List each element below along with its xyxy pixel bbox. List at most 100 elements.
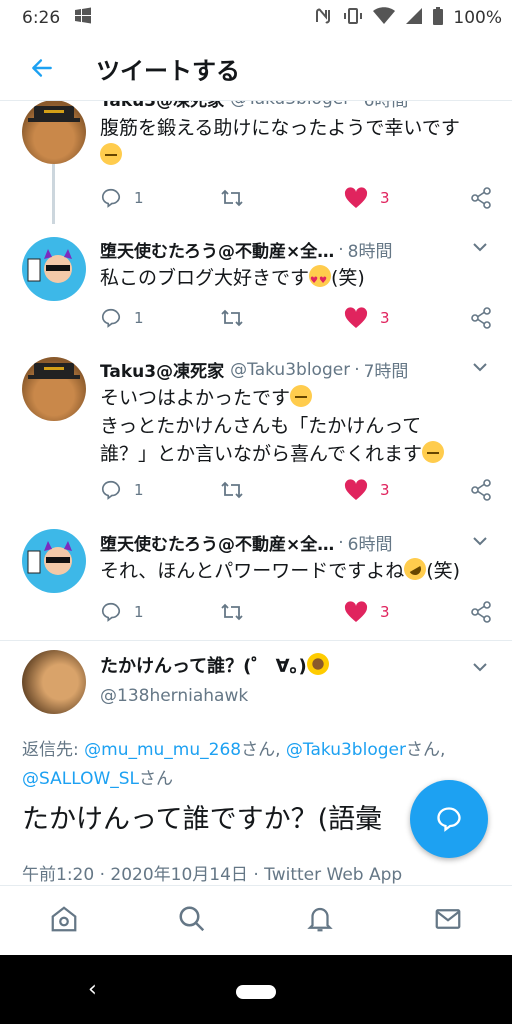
chevron-down-icon[interactable]: [472, 360, 488, 376]
chevron-down-icon[interactable]: [472, 534, 488, 550]
retweet-icon: [221, 309, 243, 327]
tweet[interactable]: 堕天使むたろう@不動産×全… · 6時間 それ、ほんとパワーワードですよね (笑)…: [0, 526, 512, 636]
tab-messages[interactable]: [433, 904, 463, 938]
heart-icon: [344, 601, 368, 622]
mail-icon: [435, 909, 461, 929]
retweet-button[interactable]: [220, 479, 244, 501]
divider: [0, 640, 512, 641]
tweet[interactable]: Taku3@凍死家 @Taku3bloger · 6時間 腹筋を鍛える助けになっ…: [0, 100, 512, 224]
tweet-text: 腹筋を鍛える助けになったようで幸いです: [100, 114, 492, 170]
reply-button[interactable]: 1: [100, 307, 144, 329]
avatar[interactable]: [22, 357, 86, 421]
tweet-actions: 1 3: [100, 600, 492, 624]
status-bar: 6:26 100%: [0, 0, 512, 36]
page-title: ツイートする: [96, 56, 240, 85]
tweet-meta: 午前1:20 · 2020年10月14日 · Twitter Web App: [22, 865, 403, 885]
thread-line: [52, 164, 55, 224]
tweet-actions: 1 3: [100, 478, 492, 502]
signal-icon: [405, 7, 423, 30]
display-name[interactable]: 堕天使むたろう@不動産×全…: [100, 237, 334, 262]
heart-icon: [344, 479, 368, 500]
user-handle: @138herniahawk: [100, 686, 249, 706]
share-button[interactable]: [470, 187, 492, 209]
display-name[interactable]: 堕天使むたろう@不動産×全…: [100, 530, 334, 555]
retweet-button[interactable]: [220, 187, 244, 209]
system-nav-bar: ‹: [0, 955, 512, 1024]
like-count: 3: [380, 309, 390, 327]
like-button[interactable]: 3: [344, 307, 390, 329]
like-button[interactable]: 3: [344, 187, 390, 209]
reply-to: 返信先: @mu_mu_mu_268さん, @Taku3blogerさん, @S…: [22, 740, 446, 789]
reply-button[interactable]: 1: [100, 187, 144, 209]
tweet-header: 堕天使むたろう@不動産×全… · 6時間: [100, 530, 492, 556]
like-count: 3: [380, 189, 390, 207]
tweet[interactable]: 堕天使むたろう@不動産×全… · 8時間 私このブログ大好きです(笑) 1 3: [0, 232, 512, 342]
avatar[interactable]: [22, 237, 86, 301]
avatar[interactable]: [22, 650, 86, 714]
reply-button[interactable]: 1: [100, 479, 144, 501]
like-button[interactable]: 3: [344, 479, 390, 501]
compose-reply-button[interactable]: [410, 780, 488, 858]
heart-icon: [344, 307, 368, 328]
share-icon: [471, 601, 491, 623]
home-icon: [51, 906, 77, 932]
tweet[interactable]: Taku3@凍死家 @Taku3bloger · 7時間 そいつはよかったです …: [0, 354, 512, 514]
tweet-header: Taku3@凍死家 @Taku3bloger · 7時間: [100, 357, 492, 383]
user-handle: @Taku3bloger: [230, 100, 350, 109]
tweet-text: 私このブログ大好きです(笑): [100, 264, 492, 295]
display-name[interactable]: Taku3@凍死家: [100, 100, 224, 111]
tweet-text: そいつはよかったです きっとたかけんさんも「たかけんって 誰？」とか言いながら喜…: [100, 384, 492, 468]
like-button[interactable]: 3: [344, 601, 390, 623]
tab-search[interactable]: [177, 904, 207, 938]
retweet-button[interactable]: [220, 307, 244, 329]
system-back-icon[interactable]: ‹: [88, 977, 97, 1002]
wifi-icon: [373, 6, 396, 30]
like-count: 3: [380, 603, 390, 621]
avatar[interactable]: [22, 529, 86, 593]
tweet-actions: 1 3: [100, 186, 492, 210]
share-icon: [471, 479, 491, 501]
mention-link[interactable]: @mu_mu_mu_268: [84, 740, 241, 760]
avatar[interactable]: [22, 100, 86, 164]
system-home-pill[interactable]: [236, 985, 276, 999]
tweet-actions: 1 3: [100, 306, 492, 330]
share-button[interactable]: [470, 479, 492, 501]
tab-notifications[interactable]: [305, 904, 335, 938]
share-button[interactable]: [470, 601, 492, 623]
like-count: 3: [380, 481, 390, 499]
mention-link[interactable]: @SALLOW_SL: [22, 769, 139, 789]
thread-feed[interactable]: Taku3@凍死家 @Taku3bloger · 6時間 腹筋を鍛える助けになっ…: [0, 100, 512, 885]
chevron-down-icon[interactable]: [472, 660, 488, 676]
reply-icon: [101, 188, 121, 208]
vibrate-icon: [343, 6, 363, 31]
nfc-icon: [313, 6, 333, 31]
tweet-header: Taku3@凍死家 @Taku3bloger · 6時間: [100, 100, 492, 111]
reply-count: 1: [134, 481, 144, 499]
heart-icon: [344, 187, 368, 208]
relieved-face-icon: [290, 385, 313, 407]
reply-icon: [101, 308, 121, 328]
display-name[interactable]: たかけんって誰？(゜ ∀。): [100, 656, 307, 677]
retweet-button[interactable]: [220, 601, 244, 623]
tab-home[interactable]: [49, 904, 79, 938]
back-button[interactable]: [22, 48, 62, 88]
reply-icon: [101, 602, 121, 622]
reply-count: 1: [134, 603, 144, 621]
retweet-icon: [221, 189, 243, 207]
app-bar: ツイートする: [0, 36, 512, 101]
chevron-down-icon[interactable]: [472, 240, 488, 256]
mention-link[interactable]: @Taku3bloger: [286, 740, 406, 760]
reply-count: 1: [134, 189, 144, 207]
share-icon: [471, 187, 491, 209]
share-button[interactable]: [470, 307, 492, 329]
tweet-time: 6時間: [347, 535, 393, 555]
relieved-face-icon: [422, 441, 445, 463]
reply-button[interactable]: 1: [100, 601, 144, 623]
tweet-time: 8時間: [347, 242, 393, 262]
main-tweet-header: たかけんって誰？(゜ ∀。): [100, 652, 329, 678]
battery-level: 100%: [453, 8, 502, 28]
display-name[interactable]: Taku3@凍死家: [100, 357, 224, 382]
arrow-left-icon: [32, 59, 52, 77]
battery-icon: [433, 6, 444, 30]
reply-icon: [437, 807, 461, 832]
